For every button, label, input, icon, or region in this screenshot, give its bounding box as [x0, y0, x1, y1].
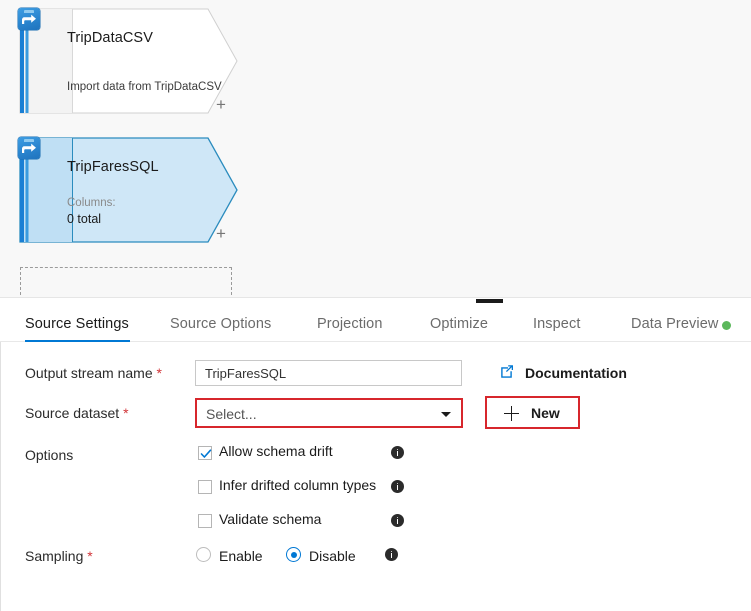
- new-button-label: New: [531, 405, 560, 421]
- checkbox-label: Infer drifted column types: [219, 477, 377, 493]
- checkbox-label: Allow schema drift: [219, 443, 333, 459]
- tab-optimize[interactable]: Optimize: [430, 307, 488, 342]
- dataflow-node-tripfaressql[interactable]: TripFaresSQL Columns: 0 total +: [18, 137, 238, 243]
- radio-sampling-disable[interactable]: [286, 547, 301, 562]
- empty-transformation-dropzone[interactable]: [20, 267, 232, 297]
- node-columns-label: Columns:: [67, 197, 116, 209]
- panel-resize-handle[interactable]: [476, 299, 503, 303]
- label-text: Sampling: [25, 548, 84, 564]
- node-shape: [19, 8, 238, 114]
- node-title: TripFaresSQL: [67, 159, 159, 175]
- tab-source-settings[interactable]: Source Settings: [25, 307, 130, 342]
- data-preview-status-dot: [722, 321, 731, 330]
- radio-label-enable: Enable: [219, 548, 263, 564]
- new-dataset-button[interactable]: New: [485, 396, 580, 429]
- source-settings-panel: Output stream name * Source dataset * Se…: [0, 342, 751, 611]
- source-import-icon: [18, 8, 40, 30]
- output-stream-name-label: Output stream name *: [25, 365, 162, 381]
- checkbox-allow-schema-drift[interactable]: [198, 446, 212, 460]
- chevron-down-icon: [441, 412, 451, 417]
- source-import-icon: [18, 137, 40, 159]
- dataflow-node-tripdatacsv[interactable]: TripDataCSV Import data from TripDataCSV…: [18, 8, 238, 114]
- checkbox-validate-schema[interactable]: [198, 514, 212, 528]
- radio-label-disable: Disable: [309, 548, 356, 564]
- node-shape: [19, 137, 238, 243]
- dataflow-canvas[interactable]: TripDataCSV Import data from TripDataCSV…: [0, 0, 751, 297]
- info-icon-sampling[interactable]: [385, 548, 398, 561]
- required-marker: *: [156, 365, 162, 381]
- panel-splitter: [0, 297, 751, 307]
- info-icon-validate-schema[interactable]: [391, 514, 404, 527]
- source-dataset-dropdown[interactable]: Select...: [195, 398, 463, 428]
- settings-tabbar: Source Settings Source Options Projectio…: [0, 307, 751, 342]
- tab-projection[interactable]: Projection: [317, 307, 382, 342]
- source-dataset-value: Select...: [206, 406, 257, 422]
- source-dataset-label: Source dataset *: [25, 405, 129, 421]
- node-columns-count: 0 total: [67, 212, 102, 226]
- node-add-button[interactable]: +: [216, 96, 226, 113]
- label-text: Output stream name: [25, 365, 153, 381]
- info-icon-allow-schema-drift[interactable]: [391, 446, 404, 459]
- required-marker: *: [123, 405, 129, 421]
- label-text: Source dataset: [25, 405, 120, 421]
- required-marker: *: [87, 548, 93, 564]
- plus-icon: [504, 406, 519, 421]
- tab-data-preview[interactable]: Data Preview: [631, 307, 718, 342]
- documentation-link[interactable]: Documentation: [525, 365, 627, 381]
- tab-source-options[interactable]: Source Options: [170, 307, 271, 342]
- checkbox-label: Validate schema: [219, 511, 322, 527]
- checkbox-infer-drifted-column-types[interactable]: [198, 480, 212, 494]
- node-subtitle: Import data from TripDataCSV: [67, 81, 222, 93]
- external-link-icon: [500, 364, 515, 384]
- output-stream-name-input[interactable]: [195, 360, 462, 386]
- radio-sampling-enable[interactable]: [196, 547, 211, 562]
- info-icon-infer-drifted-column-types[interactable]: [391, 480, 404, 493]
- tab-inspect[interactable]: Inspect: [533, 307, 580, 342]
- sampling-label: Sampling *: [25, 548, 93, 564]
- node-add-button[interactable]: +: [216, 225, 226, 242]
- node-title: TripDataCSV: [67, 30, 153, 46]
- options-label: Options: [25, 447, 74, 463]
